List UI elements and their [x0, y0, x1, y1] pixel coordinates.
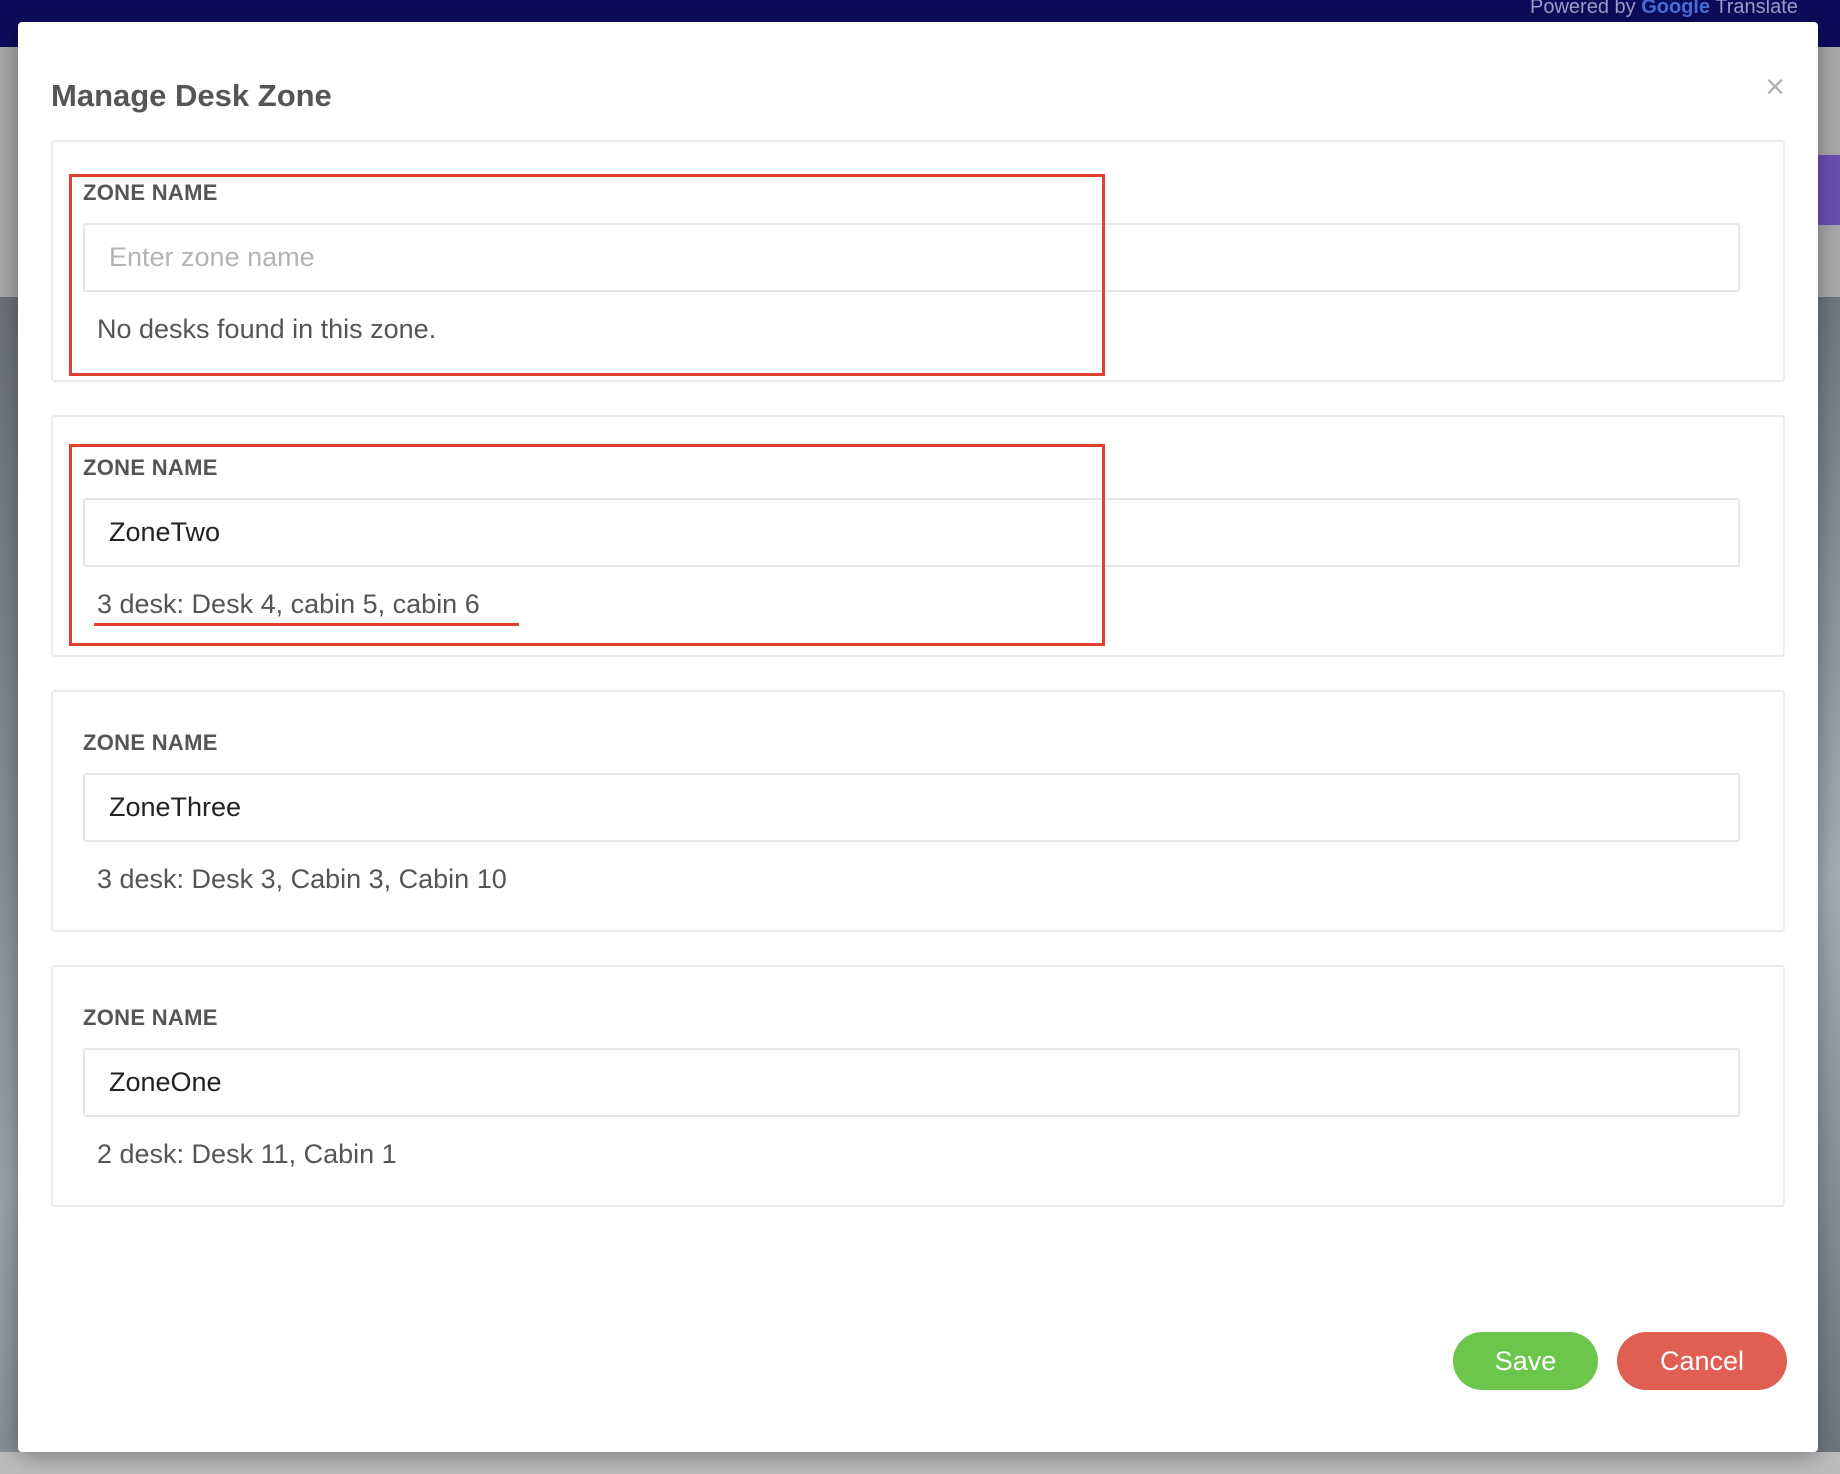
- powered-by-text: Powered by: [1530, 0, 1636, 18]
- zone-name-label: ZONE NAME: [83, 455, 218, 480]
- zone-card: ZONE NAME 3 desk: Desk 3, Cabin 3, Cabin…: [51, 690, 1785, 932]
- zone-card: ZONE NAME 3 desk: Desk 4, cabin 5, cabin…: [51, 415, 1785, 657]
- zone-desks-summary: No desks found in this zone.: [97, 314, 437, 344]
- close-icon[interactable]: ×: [1760, 70, 1790, 104]
- zone-desks-summary: 3 desk: Desk 3, Cabin 3, Cabin 10: [97, 864, 507, 894]
- zone-name-input[interactable]: [83, 498, 1740, 567]
- translate-text: Translate: [1715, 0, 1798, 18]
- cancel-button[interactable]: Cancel: [1617, 1332, 1787, 1390]
- zone-name-label: ZONE NAME: [83, 730, 218, 755]
- google-translate-attribution[interactable]: Powered by Google Translate: [1530, 0, 1840, 19]
- zone-desks-summary: 2 desk: Desk 11, Cabin 1: [97, 1139, 397, 1169]
- zone-name-input[interactable]: [83, 773, 1740, 842]
- save-button[interactable]: Save: [1453, 1332, 1598, 1390]
- zone-name-input[interactable]: [83, 223, 1740, 292]
- backdrop-footer: [0, 1452, 1840, 1474]
- zone-name-input[interactable]: [83, 1048, 1740, 1117]
- zone-name-label: ZONE NAME: [83, 1005, 218, 1030]
- zone-card: ZONE NAME No desks found in this zone.: [51, 140, 1785, 382]
- zone-card: ZONE NAME 2 desk: Desk 11, Cabin 1: [51, 965, 1785, 1207]
- manage-desk-zone-modal: Manage Desk Zone × ZONE NAME No desks fo…: [18, 22, 1818, 1452]
- modal-title: Manage Desk Zone: [51, 78, 332, 113]
- zone-name-label: ZONE NAME: [83, 180, 218, 205]
- google-logo: Google: [1641, 0, 1711, 18]
- zone-desks-summary: 3 desk: Desk 4, cabin 5, cabin 6: [97, 589, 480, 619]
